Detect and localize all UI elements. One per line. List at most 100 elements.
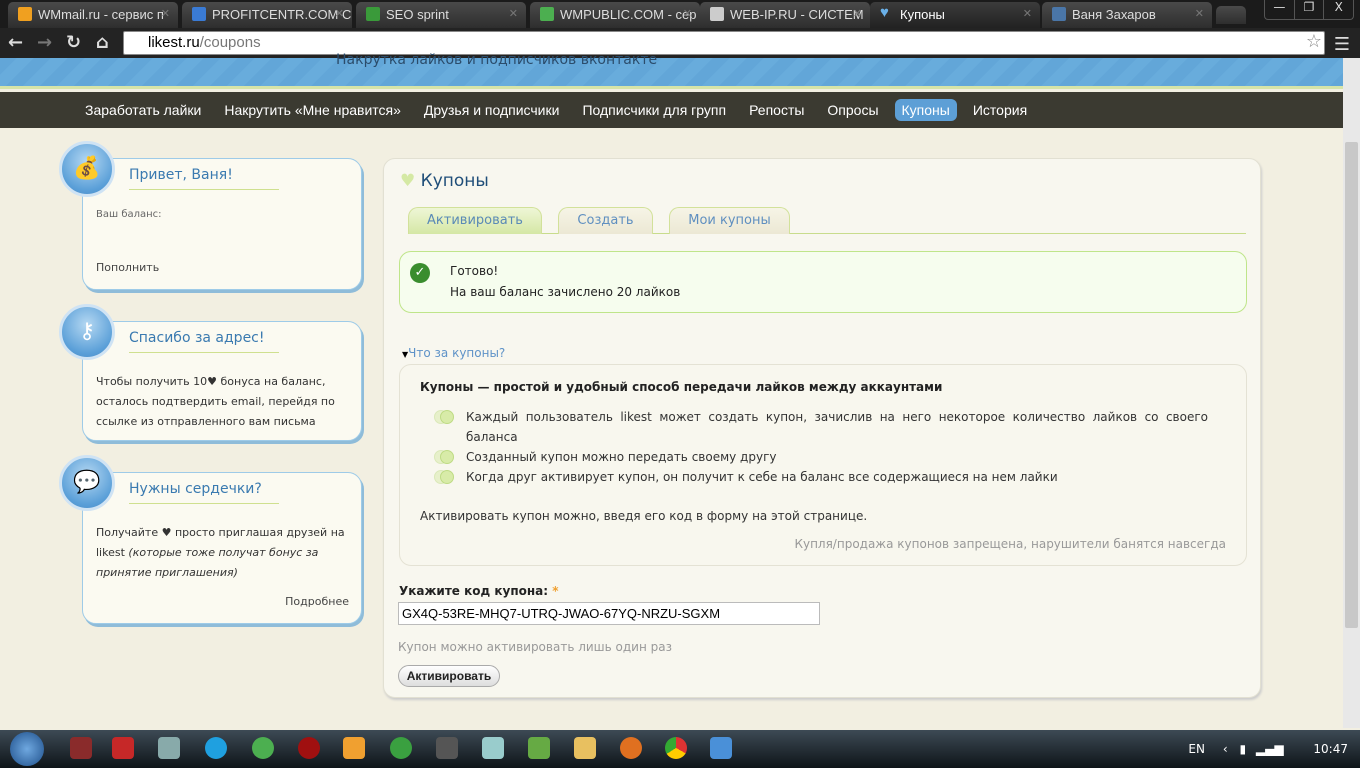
hearts-widget: 💬 Нужны сердечки? Получайте ♥ просто при…: [59, 455, 362, 624]
new-tab-button[interactable]: [1216, 6, 1246, 24]
tab-my-coupons[interactable]: Мои купоны: [669, 207, 790, 234]
title-text: Купоны: [420, 171, 489, 191]
tab-create[interactable]: Создать: [558, 207, 653, 234]
tab-label: SEO sprint: [386, 7, 449, 22]
minimize-button[interactable]: —: [1265, 0, 1295, 19]
checkmark-icon: ✓: [410, 263, 430, 283]
nav-group-subscribers[interactable]: Подписчики для групп: [575, 99, 733, 121]
browser-tab[interactable]: WMmail.ru - сервис п ✕: [8, 2, 178, 28]
download-icon[interactable]: [528, 737, 550, 759]
tab-label: WEB-IP.RU - СИСТЕМ: [730, 7, 864, 22]
forward-icon[interactable]: →: [37, 32, 52, 53]
success-message: ✓ Готово! На ваш баланс зачислено 20 лай…: [399, 251, 1247, 313]
browser-tab[interactable]: WEB-IP.RU - СИСТЕМ ✕: [700, 2, 870, 28]
close-tab-icon[interactable]: ✕: [161, 7, 170, 20]
bookmark-star-icon[interactable]: ☆: [1306, 31, 1322, 52]
what-are-coupons-toggle[interactable]: ▼Что за купоны?: [402, 346, 505, 360]
browser-tab[interactable]: Ваня Захаров ✕: [1042, 2, 1212, 28]
nav-earn-likes[interactable]: Заработать лайки: [78, 99, 208, 121]
toggle-label: Что за купоны?: [408, 346, 506, 360]
tab-activate[interactable]: Активировать: [408, 207, 542, 234]
nav-polls[interactable]: Опросы: [820, 99, 885, 121]
bullet-arrow-icon: [434, 450, 458, 464]
notepad-icon[interactable]: [482, 737, 504, 759]
close-tab-icon[interactable]: ✕: [509, 7, 518, 20]
page-scrollbar[interactable]: [1343, 58, 1360, 728]
restore-button[interactable]: ❐: [1295, 0, 1325, 19]
taskbar-app-icon[interactable]: [298, 737, 320, 759]
close-tab-icon[interactable]: ✕: [1023, 7, 1032, 20]
utorrent-icon[interactable]: [252, 737, 274, 759]
warning-note: Купля/продажа купонов запрещена, нарушит…: [794, 537, 1226, 551]
browser-tab-strip: WMmail.ru - сервис п ✕ PROFITCENTR.COM С ✕…: [0, 0, 1360, 28]
tab-label: Ваня Захаров: [1072, 7, 1156, 22]
close-tab-icon[interactable]: ✕: [853, 7, 862, 20]
nav-reposts[interactable]: Репосты: [742, 99, 811, 121]
address-bar[interactable]: likest.ru/coupons: [123, 31, 1325, 55]
reload-icon[interactable]: ↻: [66, 32, 81, 53]
close-tab-icon[interactable]: ✕: [683, 7, 692, 20]
site-nav: Заработать лайки Накрутить «Мне нравится…: [0, 92, 1343, 128]
nav-coupons[interactable]: Купоны: [894, 99, 957, 121]
bullet-arrow-icon: [434, 470, 458, 484]
menu-icon[interactable]: ☰: [1334, 34, 1350, 55]
url-host: likest.ru: [148, 34, 200, 51]
browser-tab[interactable]: WMPUBLIC.COM - сер ✕: [530, 2, 700, 28]
tab-favicon-icon: [192, 7, 206, 21]
power-icon[interactable]: ▮: [1239, 742, 1246, 756]
chrome-icon[interactable]: [665, 737, 687, 759]
close-window-button[interactable]: X: [1324, 0, 1353, 19]
tab-favicon-icon: [540, 7, 554, 21]
nav-friends[interactable]: Друзья и подписчики: [417, 99, 567, 121]
taskbar-app-icon[interactable]: [112, 737, 134, 759]
coupon-code-input[interactable]: [398, 602, 820, 625]
tab-label: WMmail.ru - сервис п: [38, 7, 164, 22]
activate-button[interactable]: Активировать: [398, 665, 500, 687]
hearts-note: (которые тоже получат бонус за принятие …: [96, 546, 319, 579]
keyboard-icon[interactable]: [710, 737, 732, 759]
item-text: Когда друг активирует купон, он получит …: [466, 470, 1058, 484]
close-tab-icon[interactable]: ✕: [1195, 7, 1204, 20]
list-item: Созданный купон можно передать своему др…: [434, 447, 1208, 467]
start-button[interactable]: [10, 732, 44, 766]
tab-label: PROFITCENTR.COM С: [212, 7, 352, 22]
browser-tab[interactable]: PROFITCENTR.COM С ✕: [182, 2, 352, 28]
required-marker: *: [552, 584, 559, 598]
coupon-code-label: Укажите код купона: *: [399, 584, 559, 598]
language-indicator[interactable]: EN: [1188, 742, 1205, 756]
more-link[interactable]: Подробнее: [285, 595, 349, 608]
nav-boost-likes[interactable]: Накрутить «Мне нравится»: [217, 99, 408, 121]
home-icon[interactable]: ⌂: [96, 32, 109, 53]
item-text: Созданный купон можно передать своему др…: [466, 450, 777, 464]
tray-expand-icon[interactable]: ‹: [1223, 742, 1228, 756]
label-text: Укажите код купона:: [399, 584, 549, 598]
tab-label: WMPUBLIC.COM - сер: [560, 7, 697, 22]
topup-link[interactable]: Пополнить: [96, 261, 159, 274]
skype-icon[interactable]: [205, 737, 227, 759]
tab-label: Купоны: [900, 7, 945, 22]
system-tray: EN ‹ ▮ ▂▄▆ 10:47: [1188, 742, 1348, 756]
media-player-icon[interactable]: [343, 737, 365, 759]
back-icon[interactable]: ←: [8, 32, 23, 53]
taskbar-app-icon[interactable]: [436, 737, 458, 759]
heart-favicon-icon: ♥: [880, 4, 889, 21]
window-controls: — ❐ X: [1264, 0, 1354, 20]
signal-icon[interactable]: ▂▄▆: [1256, 742, 1284, 756]
browser-tab-active[interactable]: ♥ Купоны ✕: [870, 2, 1040, 28]
close-tab-icon[interactable]: ✕: [335, 7, 344, 20]
scrollbar-thumb[interactable]: [1345, 142, 1358, 628]
item-text: Каждый пользователь likest может создать…: [466, 410, 1208, 444]
taskbar-app-icon[interactable]: [390, 737, 412, 759]
site-header: Накрутка лайков и подписчиков вконтакте: [0, 52, 1343, 89]
widget-title: Нужны сердечки?: [129, 481, 279, 504]
firefox-icon[interactable]: [620, 737, 642, 759]
coupons-info-box: Купоны — простой и удобный способ переда…: [399, 364, 1247, 566]
taskbar-app-icon[interactable]: [158, 737, 180, 759]
explorer-icon[interactable]: [574, 737, 596, 759]
browser-tab[interactable]: SEO sprint ✕: [356, 2, 526, 28]
nav-history[interactable]: История: [966, 99, 1034, 121]
widget-title: Привет, Ваня!: [129, 167, 279, 190]
clock[interactable]: 10:47: [1313, 742, 1348, 756]
taskbar-app-icon[interactable]: [70, 737, 92, 759]
list-item: Когда друг активирует купон, он получит …: [434, 467, 1208, 487]
